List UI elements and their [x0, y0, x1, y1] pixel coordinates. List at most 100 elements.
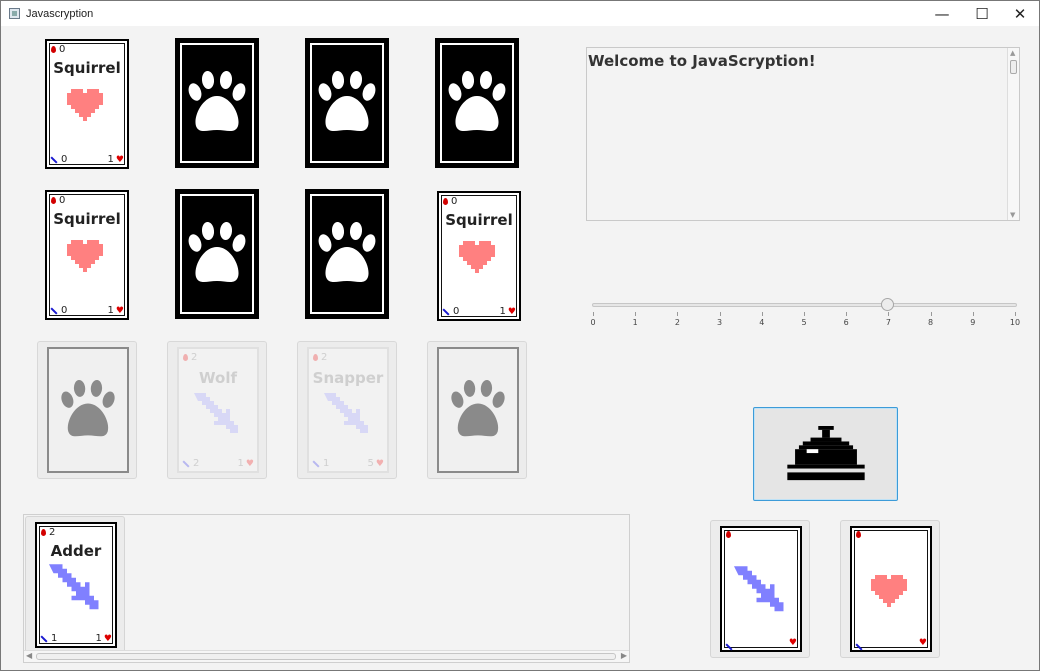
- slider-tick: [804, 312, 805, 316]
- close-button[interactable]: ✕: [1001, 1, 1039, 26]
- slider-tick: [635, 312, 637, 316]
- card-cost: 0: [51, 44, 65, 55]
- slider-tick: [930, 312, 932, 316]
- maximize-button[interactable]: ☐: [963, 1, 1001, 26]
- minimize-button[interactable]: —: [923, 1, 961, 26]
- attack-icon: [312, 459, 320, 468]
- paw-icon: [451, 380, 505, 437]
- slider-tick: [846, 312, 848, 316]
- opponent-field-card-1[interactable]: 0 Squirrel 0 1 ♥: [45, 190, 129, 320]
- card-cost: 2: [41, 527, 55, 538]
- attack-icon: [40, 634, 48, 643]
- slider-tick-label: 6: [843, 318, 849, 327]
- slider-tick-label: 4: [759, 318, 765, 327]
- blood-icon: [313, 354, 318, 361]
- attack-icon: [50, 155, 58, 164]
- health-icon: ♥: [115, 305, 124, 316]
- slider-tick: [888, 312, 890, 316]
- paw-icon: [318, 71, 376, 131]
- slider-track[interactable]: [592, 303, 1017, 307]
- card-name: Adder: [50, 542, 102, 560]
- opponent-queue-card-4[interactable]: [435, 38, 519, 168]
- player-slot-2[interactable]: 2 Wolf 2 1 ♥: [167, 341, 267, 479]
- hand-scroll-thumb[interactable]: [36, 653, 616, 660]
- slider-tick: [972, 312, 974, 316]
- sword-icon: [324, 393, 368, 433]
- deck-card: ♥: [720, 526, 802, 652]
- paw-icon: [188, 222, 246, 282]
- log-scrollbar[interactable]: ▲ ▼: [1007, 48, 1019, 220]
- card-name: Squirrel: [445, 211, 513, 229]
- health-icon: ♥: [245, 458, 254, 469]
- main-deck-button[interactable]: ♥: [710, 520, 810, 658]
- blood-icon: [51, 46, 56, 53]
- scroll-right-icon[interactable]: ▶: [621, 651, 627, 660]
- paw-icon: [61, 380, 115, 437]
- bell-icon: [787, 426, 865, 481]
- opponent-queue-card-2[interactable]: [175, 38, 259, 168]
- app-icon: [9, 8, 20, 19]
- attack-icon: [442, 307, 450, 316]
- opponent-queue-card-1[interactable]: 0 Squirrel 0 1 ♥: [45, 39, 129, 169]
- window-title: Javascryption: [26, 7, 94, 20]
- card-name: Squirrel: [53, 210, 121, 228]
- card-name: Squirrel: [53, 59, 121, 77]
- health-icon: ♥: [375, 458, 384, 469]
- slider-tick-label: 1: [632, 318, 638, 327]
- blood-icon: [856, 531, 861, 538]
- slider-tick-label: 5: [801, 318, 807, 327]
- hand-scrollbar[interactable]: ◀ ▶: [24, 650, 629, 662]
- blood-icon: [183, 354, 188, 361]
- hand-card-1[interactable]: 2 Adder 1 1 ♥: [35, 522, 117, 648]
- slider-tick-label: 9: [970, 318, 976, 327]
- card-cost: 0: [443, 196, 457, 207]
- speed-slider[interactable]: 0 1 2 3 4 5 6 7 8 9 10: [586, 295, 1022, 335]
- app-window: Javascryption — ☐ ✕ 0 Squirrel 0 1 ♥ 0 Sq…: [0, 0, 1040, 671]
- health-icon: ♥: [507, 306, 516, 317]
- slider-tick-label: 8: [928, 318, 934, 327]
- slider-tick-label: 3: [717, 318, 723, 327]
- slider-tick: [593, 312, 594, 316]
- blood-icon: [443, 198, 448, 205]
- paw-icon: [188, 71, 246, 131]
- card-cost: 2: [313, 352, 327, 363]
- slider-tick: [1015, 312, 1016, 316]
- hand-card-slot[interactable]: 2 Adder 1 1 ♥: [25, 516, 125, 654]
- scroll-down-icon[interactable]: ▼: [1010, 211, 1015, 219]
- blood-icon: [41, 529, 46, 536]
- health-icon: ♥: [103, 633, 112, 644]
- heart-icon: [67, 89, 103, 121]
- health-icon: ♥: [115, 154, 124, 165]
- opponent-field-card-3[interactable]: [305, 189, 389, 319]
- scroll-left-icon[interactable]: ◀: [26, 651, 32, 660]
- opponent-field-card-2[interactable]: [175, 189, 259, 319]
- card-name: Snapper: [312, 369, 384, 387]
- log-scroll-thumb[interactable]: [1010, 60, 1017, 74]
- hand-panel[interactable]: 2 Adder 1 1 ♥ ◀ ▶: [23, 514, 630, 663]
- opponent-field-card-4[interactable]: 0 Squirrel 0 1 ♥: [437, 191, 521, 321]
- squirrel-deck-button[interactable]: ♥: [840, 520, 940, 658]
- slider-thumb[interactable]: [881, 298, 895, 311]
- card-name: Wolf: [199, 369, 237, 387]
- sword-icon: [49, 564, 99, 610]
- heart-icon: [459, 241, 495, 273]
- card-cost: 2: [183, 352, 197, 363]
- end-turn-bell-button[interactable]: [753, 407, 898, 501]
- paw-icon: [448, 71, 506, 131]
- slider-tick-label: 7: [885, 318, 891, 327]
- opponent-queue-card-3[interactable]: [305, 38, 389, 168]
- player-slot-4[interactable]: [427, 341, 527, 479]
- attack-icon: [50, 306, 58, 315]
- sword-icon: [194, 393, 238, 433]
- title-bar: Javascryption — ☐ ✕: [1, 1, 1039, 26]
- blood-icon: [726, 531, 731, 538]
- paw-icon: [318, 222, 376, 282]
- player-slot-1[interactable]: [37, 341, 137, 479]
- heart-icon: [871, 575, 907, 607]
- health-icon: ♥: [918, 638, 927, 648]
- message-log[interactable]: Welcome to JavaScryption! ▲ ▼: [586, 47, 1020, 221]
- blood-icon: [51, 197, 56, 204]
- slider-tick: [677, 312, 679, 316]
- player-slot-3[interactable]: 2 Snapper 1 5 ♥: [297, 341, 397, 479]
- scroll-up-icon[interactable]: ▲: [1010, 49, 1015, 57]
